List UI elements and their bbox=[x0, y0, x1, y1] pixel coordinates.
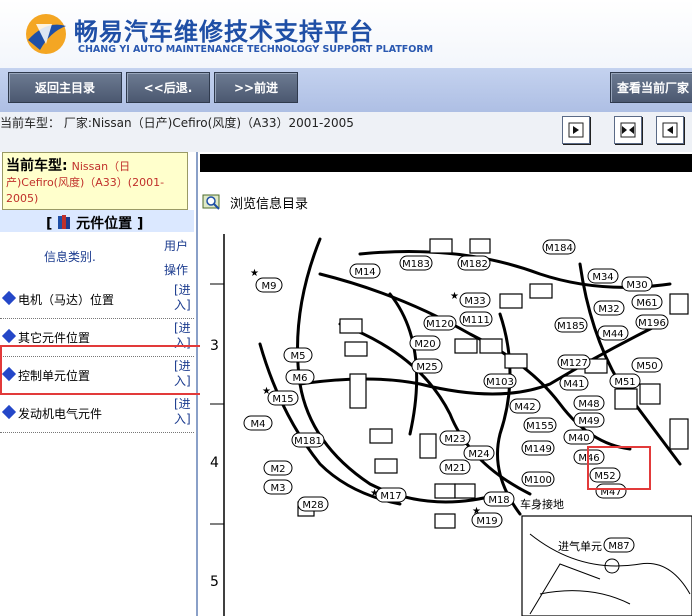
magnifier-book-icon bbox=[202, 194, 220, 210]
highlight-box-control-unit bbox=[0, 345, 204, 395]
ruler-label: 3 bbox=[210, 338, 219, 354]
wiring-diagram: 3 4 5 M184 M14 M183 M182 M9 M33 M34 M30 … bbox=[200, 234, 692, 616]
label-M42: M42 bbox=[514, 402, 535, 413]
label-M49: M49 bbox=[578, 416, 599, 427]
label-M100: M100 bbox=[524, 475, 552, 486]
column-header-category: 信息类别. bbox=[44, 250, 96, 264]
label-M87: M87 bbox=[608, 541, 629, 552]
label-M3: M3 bbox=[271, 483, 286, 494]
current-model-value: 当前车型: Nissan（日产)Cefiro(风度)（A33）(2001-2005… bbox=[6, 158, 182, 207]
label-M17: M17 bbox=[380, 491, 401, 502]
section-title-prefix: [ bbox=[46, 216, 53, 232]
label-M19: M19 bbox=[476, 516, 497, 527]
current-model-line: 当前车型： 厂家:Nissan（日产)Cefiro(风度)（A33）2001-2… bbox=[0, 116, 354, 130]
label-M41: M41 bbox=[563, 379, 584, 390]
list-item-motor-location[interactable]: 电机（马达）位置 [进 入] bbox=[0, 282, 194, 319]
list-item-label: 电机（马达）位置 bbox=[18, 293, 115, 307]
intake-unit-text: 进气单元 bbox=[558, 539, 602, 553]
book-icon bbox=[58, 215, 71, 229]
svg-text:★: ★ bbox=[450, 291, 459, 302]
label-M61: M61 bbox=[636, 298, 657, 309]
brand-logo-icon bbox=[26, 14, 66, 54]
label-M183: M183 bbox=[402, 259, 430, 270]
svg-text:★: ★ bbox=[250, 268, 259, 279]
label-M103: M103 bbox=[486, 377, 514, 388]
enter-link[interactable]: [进 入] bbox=[174, 283, 192, 313]
label-M14: M14 bbox=[354, 267, 375, 278]
enter-link-line1: [进 bbox=[174, 283, 191, 297]
collapse-left-button[interactable] bbox=[562, 116, 590, 144]
list-item-label: 其它元件位置 bbox=[18, 331, 91, 345]
label-M181: M181 bbox=[294, 436, 322, 447]
arrow-left-icon bbox=[662, 122, 678, 138]
column-header-action-line2: 操作 bbox=[164, 263, 189, 277]
label-M155: M155 bbox=[526, 421, 554, 432]
label-M25: M25 bbox=[416, 362, 437, 373]
list-item-engine-electrical[interactable]: 发动机电气元件 [进 入] bbox=[0, 396, 194, 433]
label-M5: M5 bbox=[291, 351, 306, 362]
split-view-button[interactable] bbox=[614, 116, 642, 144]
label-M18: M18 bbox=[488, 495, 509, 506]
section-title: [ 元件位置 ] bbox=[46, 213, 143, 233]
label-M196: M196 bbox=[638, 318, 666, 329]
diamond-bullet-icon bbox=[1, 328, 17, 344]
back-button[interactable]: <<后退. bbox=[126, 72, 210, 103]
label-M50: M50 bbox=[636, 361, 657, 372]
label-M184: M184 bbox=[545, 243, 573, 254]
label-M30: M30 bbox=[626, 280, 647, 291]
label-M34: M34 bbox=[592, 272, 613, 283]
label-M44: M44 bbox=[602, 329, 623, 340]
label-M120: M120 bbox=[426, 319, 454, 330]
svg-text:★: ★ bbox=[262, 386, 271, 397]
ruler-label: 4 bbox=[210, 455, 219, 471]
collapse-right-button[interactable] bbox=[656, 116, 684, 144]
view-current-manufacturer-button[interactable]: 查看当前厂家 bbox=[610, 72, 692, 103]
ruler-label: 5 bbox=[210, 574, 219, 590]
label-M33: M33 bbox=[464, 296, 485, 307]
label-M127: M127 bbox=[560, 358, 588, 369]
label-M149: M149 bbox=[524, 444, 552, 455]
split-arrows-icon bbox=[620, 122, 636, 138]
label-M15: M15 bbox=[272, 394, 293, 405]
enter-link-line2: 入] bbox=[174, 412, 191, 426]
brand-title: 畅易汽车维修技术支持平台 bbox=[74, 18, 374, 46]
back-home-button[interactable]: 返回主目录 bbox=[8, 72, 122, 103]
label-M28: M28 bbox=[302, 500, 323, 511]
label-M4: M4 bbox=[251, 419, 266, 430]
label-M111: M111 bbox=[462, 315, 490, 326]
svg-text:★: ★ bbox=[472, 506, 481, 517]
enter-link-line1: [进 bbox=[174, 397, 191, 411]
label-M6: M6 bbox=[293, 373, 308, 384]
svg-text:★: ★ bbox=[370, 488, 379, 499]
column-header-action-line1: 用户 bbox=[164, 239, 189, 253]
label-M20: M20 bbox=[414, 339, 435, 350]
body-ground-text: 车身接地 bbox=[520, 497, 564, 511]
toolbar: 返回主目录 <<后退. >>前进 查看当前厂家 bbox=[0, 68, 692, 112]
diamond-bullet-icon bbox=[1, 404, 17, 420]
brand-subtitle: CHANG YI AUTO MAINTENANCE TECHNOLOGY SUP… bbox=[78, 44, 434, 55]
label-M51: M51 bbox=[614, 377, 635, 388]
label-M185: M185 bbox=[557, 321, 585, 332]
label-M21: M21 bbox=[444, 463, 465, 474]
label-M24: M24 bbox=[468, 449, 489, 460]
label-M23: M23 bbox=[444, 434, 465, 445]
section-title-text: 元件位置 ] bbox=[76, 216, 144, 232]
label-M52: M52 bbox=[594, 471, 615, 482]
diamond-bullet-icon bbox=[1, 290, 17, 306]
forward-button[interactable]: >>前进 bbox=[214, 72, 298, 103]
enter-link-line2: 入] bbox=[174, 298, 191, 312]
label-M182: M182 bbox=[460, 259, 488, 270]
list-item-label: 发动机电气元件 bbox=[18, 407, 103, 421]
label-M2: M2 bbox=[271, 464, 286, 475]
content-title-bar bbox=[200, 154, 692, 172]
label-M48: M48 bbox=[578, 399, 599, 410]
enter-link[interactable]: [进 入] bbox=[174, 397, 192, 427]
arrow-right-icon bbox=[568, 122, 584, 138]
label-M9: M9 bbox=[262, 281, 277, 292]
browse-directory-label[interactable]: 浏览信息目录 bbox=[230, 193, 308, 212]
label-M32: M32 bbox=[598, 304, 619, 315]
current-model-label: 当前车型: bbox=[6, 158, 68, 174]
label-M40: M40 bbox=[568, 433, 589, 444]
enter-link-line1: [进 bbox=[174, 321, 191, 335]
